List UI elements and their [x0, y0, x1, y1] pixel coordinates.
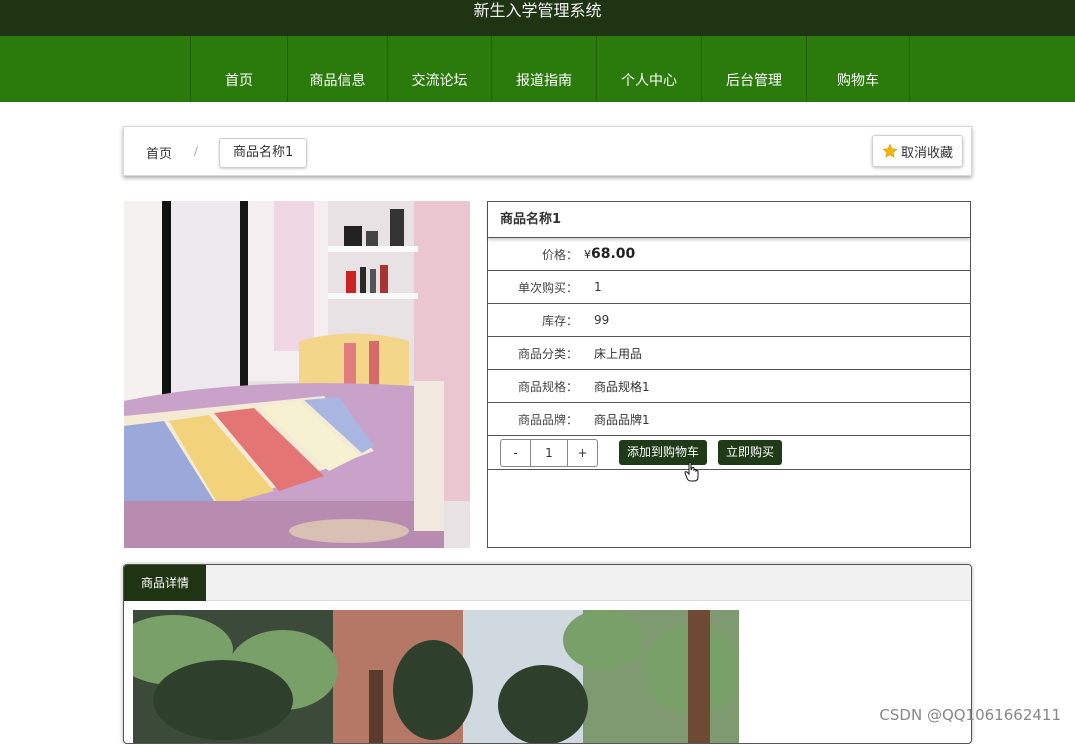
- product-info-panel: 商品名称1 价格： ¥68.00 单次购买： 1 库存： 99 商品分类： 床上…: [487, 201, 971, 548]
- info-label: 商品品牌：: [517, 412, 578, 427]
- info-value: 商品规格1: [594, 379, 650, 394]
- breadcrumb: 首页 / 商品名称1 取消收藏: [123, 126, 972, 176]
- breadcrumb-separator: /: [194, 144, 199, 158]
- info-value: 商品品牌1: [594, 412, 650, 427]
- info-value: 1: [594, 280, 602, 294]
- price-label: 价格：: [541, 247, 578, 262]
- nav-item-home[interactable]: 首页: [190, 36, 287, 102]
- quantity-stepper: - 1 +: [500, 439, 598, 467]
- site-title: 新生入学管理系统: [473, 1, 602, 20]
- breadcrumb-home-link[interactable]: 首页: [146, 143, 172, 162]
- price-number: 68.00: [591, 246, 636, 262]
- quantity-input[interactable]: 1: [530, 440, 568, 466]
- breadcrumb-current: 商品名称1: [219, 138, 308, 168]
- hand-cursor-icon: [684, 462, 699, 482]
- watermark-text: CSDN @QQ1061662411: [879, 706, 1061, 724]
- info-label: 商品分类：: [517, 346, 578, 361]
- nav-item-products[interactable]: 商品信息: [287, 36, 387, 102]
- info-row-spec: 商品规格： 商品规格1: [488, 370, 970, 403]
- nav-item-admin[interactable]: 后台管理: [701, 36, 806, 102]
- purchase-actions: - 1 + 添加到购物车 立即购买: [488, 436, 970, 482]
- info-value: 99: [594, 313, 610, 327]
- info-label: 单次购买：: [517, 280, 578, 295]
- info-label: 库存：: [541, 313, 578, 328]
- nav-item-cart[interactable]: 购物车: [806, 36, 910, 102]
- product-name-heading: 商品名称1: [488, 202, 970, 238]
- buy-now-button[interactable]: 立即购买: [718, 440, 783, 465]
- info-row-purchase-limit: 单次购买： 1: [488, 271, 970, 304]
- info-row-brand: 商品品牌： 商品品牌1: [488, 403, 970, 436]
- nav-item-guide[interactable]: 报道指南: [491, 36, 596, 102]
- info-value: 床上用品: [594, 346, 643, 361]
- product-image: [124, 201, 470, 548]
- star-icon: [882, 143, 898, 158]
- nav-item-forum[interactable]: 交流论坛: [387, 36, 491, 102]
- unfavorite-label: 取消收藏: [900, 145, 953, 161]
- currency-symbol: ¥: [584, 248, 591, 261]
- info-row-category: 商品分类： 床上用品: [488, 337, 970, 370]
- detail-tabs: 商品详情: [124, 565, 971, 601]
- info-label: 商品规格：: [517, 379, 578, 394]
- price-value: ¥68.00: [578, 246, 635, 262]
- nav-item-personal-center[interactable]: 个人中心: [596, 36, 701, 102]
- info-row-stock: 库存： 99: [488, 304, 970, 337]
- product-detail-panel: 商品详情: [123, 564, 972, 744]
- detail-image: [133, 610, 739, 743]
- title-bar: 新生入学管理系统: [0, 0, 1075, 36]
- tab-product-detail[interactable]: 商品详情: [124, 565, 206, 601]
- main-nav: 首页 商品信息 交流论坛 报道指南 个人中心 后台管理 购物车: [0, 36, 1075, 102]
- increase-quantity-button[interactable]: +: [568, 440, 597, 466]
- unfavorite-button[interactable]: 取消收藏: [871, 135, 963, 167]
- decrease-quantity-button[interactable]: -: [501, 440, 530, 466]
- price-row: 价格： ¥68.00: [488, 238, 970, 271]
